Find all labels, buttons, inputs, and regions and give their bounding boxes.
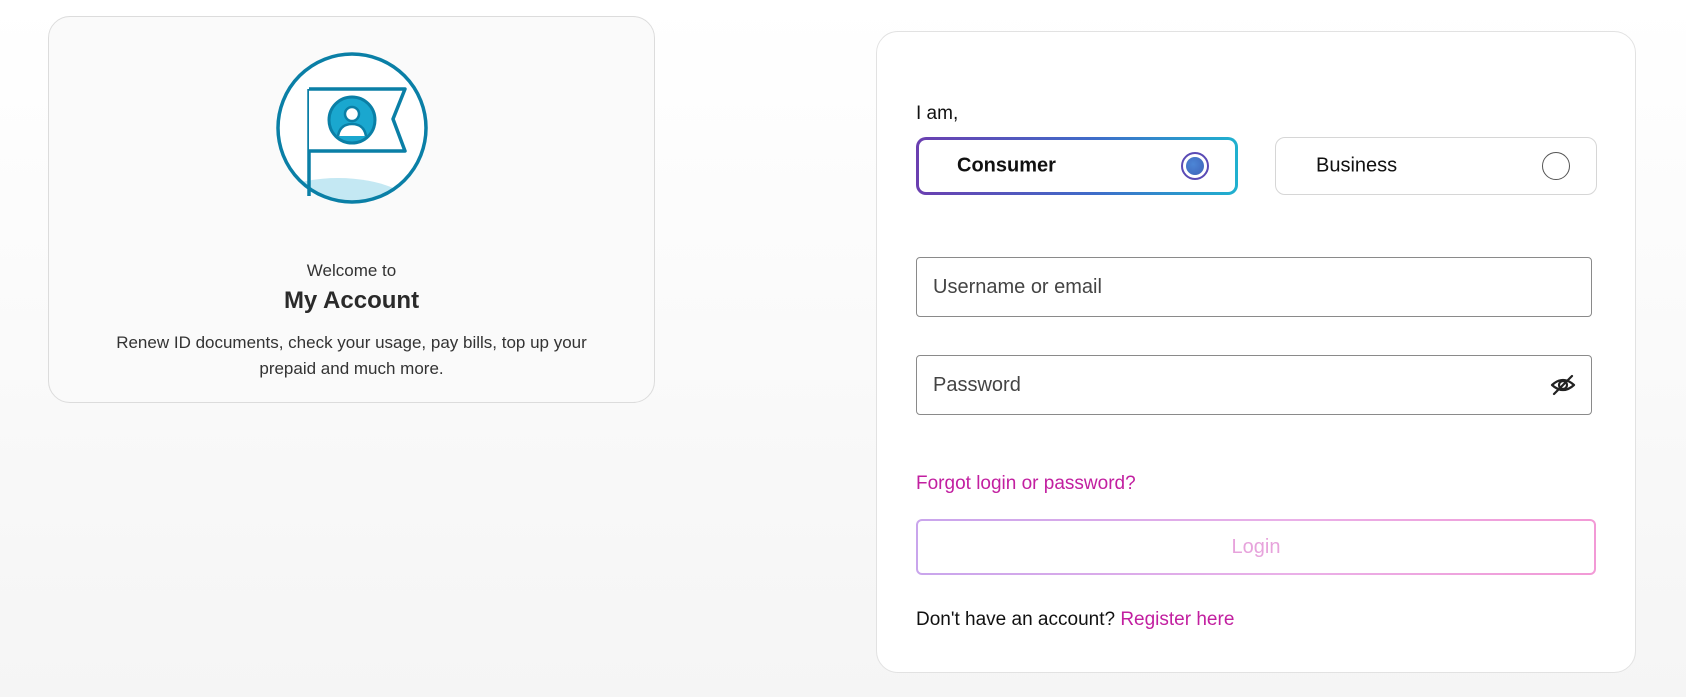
login-card: I am, Consumer Business Forgot login or … <box>876 31 1636 673</box>
welcome-card: Welcome to My Account Renew ID documents… <box>48 16 655 403</box>
consumer-option-inner: Consumer <box>919 140 1235 192</box>
forgot-password-link[interactable]: Forgot login or password? <box>916 473 1136 495</box>
eye-slash-icon[interactable] <box>1550 373 1576 397</box>
password-input[interactable] <box>916 355 1592 415</box>
consumer-option-label: Consumer <box>957 154 1056 177</box>
register-prompt: Don't have an account? <box>916 609 1116 630</box>
register-row: Don't have an account? Register here <box>916 609 1234 631</box>
consumer-radio[interactable] <box>1181 152 1209 180</box>
username-input[interactable] <box>916 257 1592 317</box>
business-option-label: Business <box>1316 154 1398 177</box>
welcome-description: Renew ID documents, check your usage, pa… <box>116 333 587 378</box>
login-button-label: Login <box>918 521 1594 573</box>
business-option[interactable]: Business <box>1275 137 1597 195</box>
register-link[interactable]: Register here <box>1120 609 1234 630</box>
welcome-pre-title: Welcome to <box>306 261 397 280</box>
welcome-title: My Account <box>283 287 420 314</box>
login-button[interactable]: Login <box>916 519 1596 575</box>
consumer-option[interactable]: Consumer <box>916 137 1238 195</box>
account-type-label: I am, <box>916 103 959 124</box>
business-radio[interactable] <box>1542 152 1570 180</box>
account-flag-icon <box>276 52 428 204</box>
